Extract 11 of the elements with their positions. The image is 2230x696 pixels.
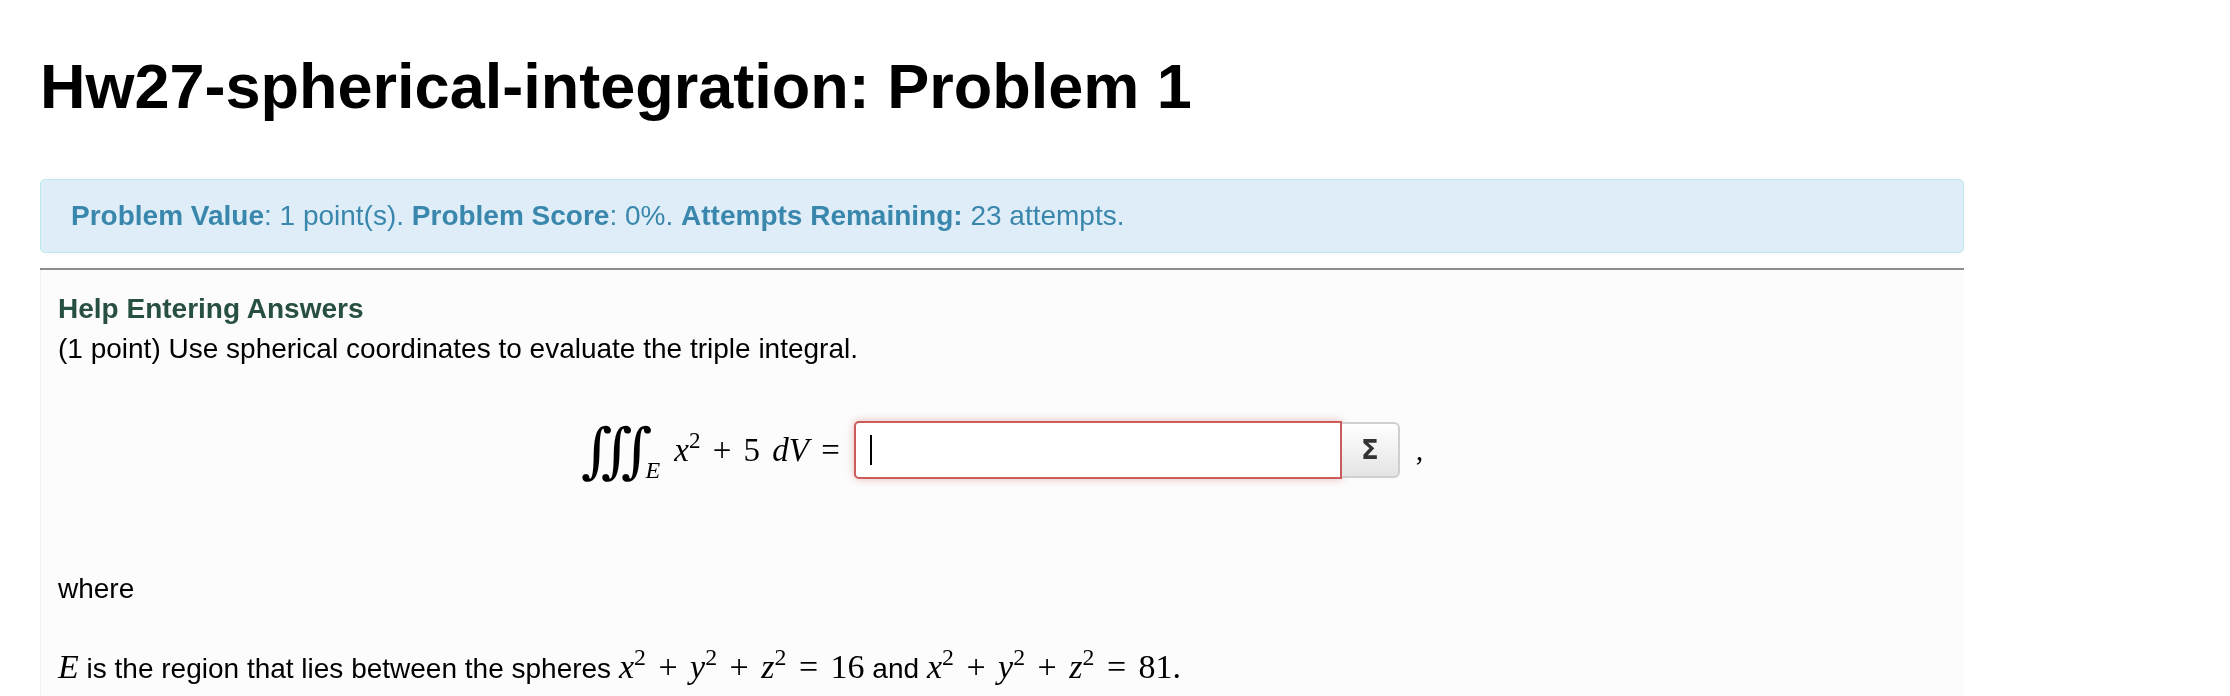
integral-expression: ∭E x$^{2}$ + 5 dV = [580,415,840,485]
region-description: E is the region that lies between the spheres x$^{2}$ + y$^{2}$ + z$^{2}$ = 16 and x$^{2}$ + y$^{2}$ + z$^{2}$ = 81. [58,647,1182,687]
page-title: Hw27-spherical-integration: Problem 1 [40,50,1192,122]
help-link[interactable]: Help Entering Answers [58,289,364,329]
score-summary: Problem Value: 1 point(s). Problem Score: 0%. Attempts Remaining: 23 attempts. [71,199,1125,233]
comma: , [1415,432,1424,468]
answer-field[interactable] [853,421,1342,479]
where-text: where [58,572,135,606]
text-cursor-icon [869,435,872,465]
problem-statement: (1 point) Use spherical coordinates to evaluate the triple integral. [58,332,858,366]
sigma-button[interactable]: Σ [1341,422,1400,478]
